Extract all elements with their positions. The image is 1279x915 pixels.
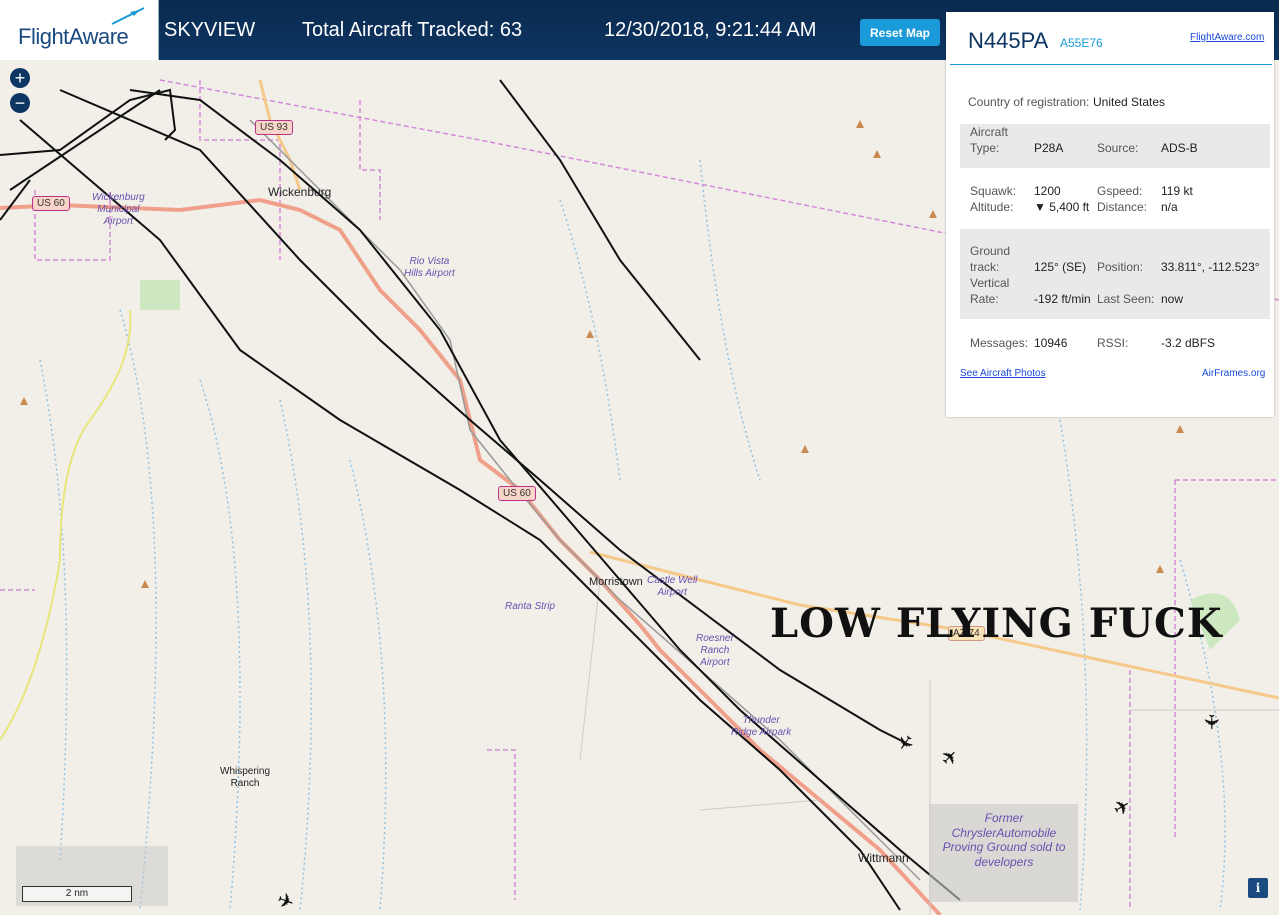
- gspeed-label: Gspeed:: [1097, 184, 1143, 198]
- source-label: Source:: [1097, 141, 1139, 155]
- lastseen-value: now: [1161, 292, 1184, 306]
- lastseen-label: Last Seen:: [1097, 292, 1155, 306]
- aircraft-registration: N445PA: [968, 28, 1049, 53]
- country-label: Country of registration:: [968, 95, 1090, 109]
- road-shield-us60-west: US 60: [32, 196, 70, 211]
- place-wittmann: Wittmann: [858, 851, 909, 865]
- type-value: P28A: [1034, 141, 1064, 155]
- app-title: SKYVIEW: [164, 19, 256, 41]
- zoom-control: + −: [10, 68, 30, 118]
- altitude-value: ▼ 5,400 ft: [1034, 200, 1090, 214]
- track-label: Ground track:: [970, 244, 1011, 274]
- info-icon[interactable]: i: [1248, 878, 1268, 898]
- overlay-caption: LOW FLYING FUCK: [770, 600, 1223, 647]
- squawk-label: Squawk:: [970, 184, 1017, 198]
- type-label: Aircraft Type:: [970, 125, 1009, 155]
- airport-ranta-strip[interactable]: Ranta Strip: [505, 601, 555, 613]
- altitude-label: Altitude:: [970, 200, 1014, 214]
- vrate-label: Vertical Rate:: [970, 276, 1010, 306]
- distance-label: Distance:: [1097, 200, 1148, 214]
- airport-rio-vista[interactable]: Rio Vista Hills Airport: [404, 256, 455, 280]
- airport-castle-well[interactable]: Castle Well Airport: [647, 575, 697, 599]
- zoom-in-button[interactable]: +: [10, 68, 30, 88]
- aircraft-info-panel: N445PA A55E76 FlightAware.com Country of…: [946, 12, 1274, 417]
- distance-value: n/a: [1161, 200, 1178, 214]
- rssi-label: RSSI:: [1097, 336, 1129, 350]
- airport-roesner-ranch[interactable]: Roesner Ranch Airport: [696, 633, 734, 669]
- proving-ground-label: Former ChryslerAutomobile Proving Ground…: [942, 811, 1066, 869]
- messages-value: 10946: [1034, 336, 1068, 350]
- road-shield-us60: US 60: [498, 486, 536, 501]
- vrate-value: -192 ft/min: [1034, 292, 1091, 306]
- squawk-value: 1200: [1034, 184, 1061, 198]
- gspeed-value: 119 kt: [1161, 184, 1193, 198]
- aircraft-photos-link[interactable]: See Aircraft Photos: [960, 368, 1046, 379]
- position-value: 33.811°, -112.523°: [1161, 260, 1260, 274]
- airport-thunder-ridge[interactable]: Thunder Ridge Airpark: [731, 715, 791, 739]
- zoom-out-button[interactable]: −: [10, 93, 30, 113]
- scale-bar: 2 nm: [22, 886, 132, 902]
- messages-label: Messages:: [970, 336, 1029, 350]
- position-label: Position:: [1097, 260, 1144, 274]
- place-whispering-ranch: Whispering Ranch: [220, 766, 271, 789]
- aircraft-icon[interactable]: ✈: [1199, 714, 1221, 731]
- rssi-value: -3.2 dBFS: [1161, 336, 1216, 350]
- place-wickenburg: Wickenburg: [268, 185, 332, 199]
- track-value: 125° (SE): [1034, 260, 1087, 274]
- aircraft-hex: A55E76: [1060, 36, 1103, 50]
- aircraft-count: Total Aircraft Tracked: 63: [302, 19, 523, 41]
- road-shield-us93: US 93: [255, 120, 293, 135]
- country-value: United States: [1093, 95, 1166, 109]
- flightaware-logo[interactable]: FlightAware: [0, 0, 159, 60]
- datetime: 12/30/2018, 9:21:44 AM: [604, 19, 817, 41]
- airport-wickenburg[interactable]: Wickenburg Municipal Airport: [92, 192, 145, 228]
- place-morristown: Morristown: [589, 576, 643, 588]
- logo-text: FlightAware: [18, 24, 129, 49]
- airframes-link[interactable]: AirFrames.org: [1202, 368, 1265, 379]
- flightaware-link[interactable]: FlightAware.com: [1190, 32, 1264, 43]
- scale-control: 2 nm: [16, 846, 168, 906]
- reset-map-button[interactable]: Reset Map: [860, 19, 940, 46]
- source-value: ADS-B: [1161, 141, 1198, 155]
- panel-divider: [950, 64, 1272, 65]
